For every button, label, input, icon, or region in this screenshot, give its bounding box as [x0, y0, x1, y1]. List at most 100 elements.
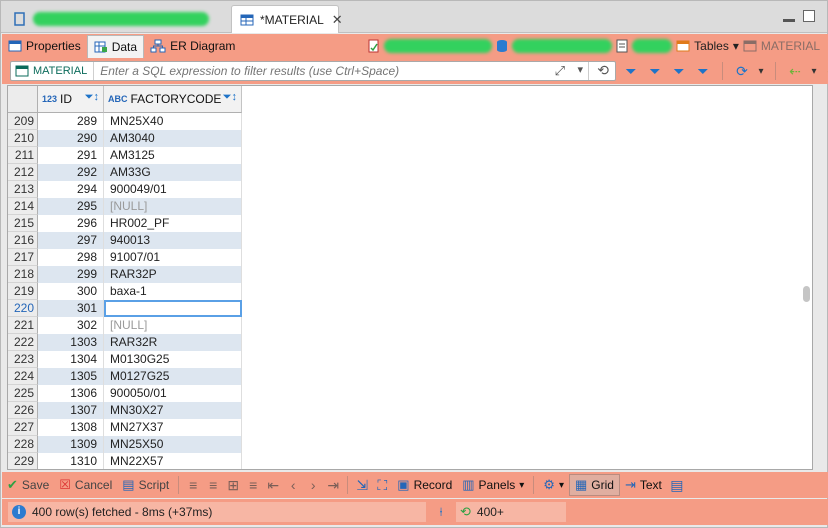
row-number[interactable]: 213: [8, 181, 38, 198]
row-number[interactable]: 210: [8, 130, 38, 147]
cell-factorycode[interactable]: AM33G: [104, 164, 242, 181]
cell-id[interactable]: 1303: [38, 334, 104, 351]
table-row[interactable]: 228 1309 MN25X50: [8, 436, 242, 453]
row-number[interactable]: 227: [8, 419, 38, 436]
row-number[interactable]: 220: [8, 300, 38, 317]
record-button[interactable]: ▣ Record: [392, 474, 457, 496]
cell-id[interactable]: 289: [38, 113, 104, 130]
cell-factorycode[interactable]: MN25X50: [104, 436, 242, 453]
script-button[interactable]: ▤ Script: [117, 474, 174, 496]
filter-clear-icon[interactable]: ⏷: [646, 62, 664, 80]
back-arrow-icon[interactable]: ⇠: [786, 62, 804, 80]
cell-id[interactable]: 290: [38, 130, 104, 147]
close-icon[interactable]: ✕: [332, 12, 343, 28]
datasource-selector[interactable]: [384, 39, 493, 53]
cell-factorycode[interactable]: [NULL]: [104, 198, 242, 215]
table-row[interactable]: 215 296 HR002_PF: [8, 215, 242, 232]
cell-id[interactable]: 1307: [38, 402, 104, 419]
chevron-down-icon[interactable]: ▾: [733, 39, 739, 53]
grid-view-toggle[interactable]: ▦ Grid: [568, 474, 620, 496]
cell-factorycode[interactable]: AM3125: [104, 147, 242, 164]
row-number-header[interactable]: [8, 86, 38, 113]
table-row[interactable]: 210 290 AM3040: [8, 130, 242, 147]
chevron-down-icon[interactable]: ▾: [810, 62, 818, 80]
cell-factorycode[interactable]: RAR32P: [104, 266, 242, 283]
layout-icon[interactable]: ▤: [667, 477, 687, 494]
table-row[interactable]: 229 1310 MN22X57: [8, 453, 242, 469]
column-header-id[interactable]: 123 ID ⏷↕: [38, 86, 104, 113]
cell-id[interactable]: 1306: [38, 385, 104, 402]
vertical-scrollbar-thumb[interactable]: [803, 286, 810, 302]
filter-save-icon[interactable]: ⏷: [670, 62, 688, 80]
table-row[interactable]: 226 1307 MN30X27: [8, 402, 242, 419]
sort-filter-icon[interactable]: ⏷↕: [223, 91, 237, 104]
edit-row-icon[interactable]: ≡: [183, 477, 203, 493]
database-selector[interactable]: [512, 39, 613, 53]
export-icon[interactable]: ⇲: [352, 477, 372, 494]
cell-factorycode[interactable]: AM3040: [104, 130, 242, 147]
cell-factorycode[interactable]: M0130G25: [104, 351, 242, 368]
table-row[interactable]: 225 1306 900050/01: [8, 385, 242, 402]
expand-icon[interactable]: ⤢: [555, 63, 565, 79]
row-number[interactable]: 224: [8, 368, 38, 385]
cell-id[interactable]: 302: [38, 317, 104, 334]
fit-icon[interactable]: ⛶: [372, 477, 392, 494]
row-count-icon[interactable]: ⍿: [430, 502, 452, 522]
text-view-toggle[interactable]: ⇥ Text: [620, 474, 667, 496]
cell-id[interactable]: 294: [38, 181, 104, 198]
cell-factorycode[interactable]: RAR32R: [104, 334, 242, 351]
cell-id[interactable]: 301: [38, 300, 104, 317]
row-number[interactable]: 217: [8, 249, 38, 266]
cell-factorycode[interactable]: MN27X37: [104, 419, 242, 436]
cell-factorycode[interactable]: MN25X40: [104, 113, 242, 130]
row-number[interactable]: 225: [8, 385, 38, 402]
last-page-icon[interactable]: ⇥: [323, 477, 343, 494]
row-number[interactable]: 209: [8, 113, 38, 130]
table-row[interactable]: 218 299 RAR32P: [8, 266, 242, 283]
row-number[interactable]: 226: [8, 402, 38, 419]
filter-apply-icon[interactable]: ⏷: [622, 62, 640, 80]
row-number[interactable]: 214: [8, 198, 38, 215]
tab-data[interactable]: Data: [86, 35, 145, 58]
tables-dropdown[interactable]: Tables: [694, 39, 729, 53]
cell-id[interactable]: 1308: [38, 419, 104, 436]
forward-arrow-icon[interactable]: ⇢: [824, 62, 828, 80]
results-grid[interactable]: 123 ID ⏷↕ ABC FACTORYCODE ⏷↕ 209 289 MN25X…: [7, 85, 813, 470]
cell-factorycode[interactable]: M0127G25: [104, 368, 242, 385]
maximize-icon[interactable]: [803, 10, 815, 22]
row-number[interactable]: 221: [8, 317, 38, 334]
cell-factorycode[interactable]: MN30X27: [104, 402, 242, 419]
cell-factorycode[interactable]: HR002_PF: [104, 215, 242, 232]
cell-id[interactable]: 1309: [38, 436, 104, 453]
row-number[interactable]: 219: [8, 283, 38, 300]
column-header-factorycode[interactable]: ABC FACTORYCODE ⏷↕: [104, 86, 242, 113]
cell-id[interactable]: 299: [38, 266, 104, 283]
table-row[interactable]: 213 294 900049/01: [8, 181, 242, 198]
cell-id[interactable]: 1310: [38, 453, 104, 469]
copy-row-icon[interactable]: ⊞: [223, 477, 243, 494]
cell-factorycode-editor[interactable]: [104, 300, 242, 317]
save-button[interactable]: ✔ Save: [2, 474, 54, 496]
row-number[interactable]: 218: [8, 266, 38, 283]
table-row[interactable]: 223 1304 M0130G25: [8, 351, 242, 368]
cell-id[interactable]: 296: [38, 215, 104, 232]
table-row[interactable]: 221 302 [NULL]: [8, 317, 242, 334]
cell-factorycode[interactable]: 91007/01: [104, 249, 242, 266]
row-number[interactable]: 223: [8, 351, 38, 368]
cell-id[interactable]: 1305: [38, 368, 104, 385]
tab-er-diagram[interactable]: ER Diagram: [144, 34, 241, 58]
add-row-icon[interactable]: ≡: [203, 477, 223, 493]
refresh-clock-icon[interactable]: ⟳: [733, 62, 751, 80]
row-number[interactable]: 211: [8, 147, 38, 164]
cell-factorycode[interactable]: [NULL]: [104, 317, 242, 334]
fetch-more-button[interactable]: ⟲ 400+: [456, 502, 566, 522]
row-number[interactable]: 229: [8, 453, 38, 469]
row-number[interactable]: 216: [8, 232, 38, 249]
cell-factorycode[interactable]: baxa-1: [104, 283, 242, 300]
filter-settings-icon[interactable]: ⏷: [694, 62, 712, 80]
row-number[interactable]: 212: [8, 164, 38, 181]
chevron-down-icon[interactable]: ▾: [757, 62, 765, 80]
sort-filter-icon[interactable]: ⏷↕: [85, 91, 99, 104]
schema-selector[interactable]: [632, 39, 673, 53]
table-row[interactable]: 216 297 940013: [8, 232, 242, 249]
